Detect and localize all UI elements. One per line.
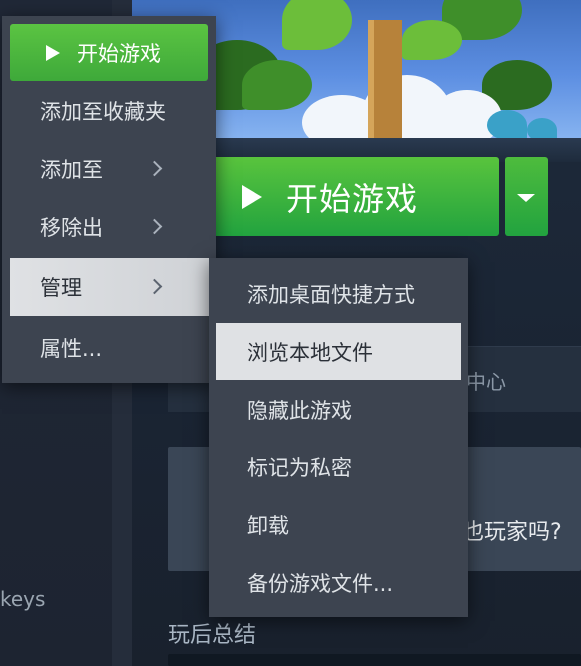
- play-icon: [242, 184, 262, 209]
- sidebar-item-keys[interactable]: keys: [0, 587, 45, 611]
- menu-item-label: 标记为私密: [247, 456, 352, 480]
- submenu-item-backup-game-files[interactable]: 备份游戏文件...: [216, 555, 461, 611]
- chevron-right-icon: [146, 278, 163, 295]
- menu-item-label: 卸载: [247, 514, 289, 538]
- submenu-item-uninstall[interactable]: 卸载: [216, 497, 461, 553]
- menu-item-label: 添加至: [40, 158, 103, 182]
- menu-item-label: 备份游戏文件...: [247, 572, 394, 596]
- menu-item-label: 开始游戏: [77, 41, 161, 66]
- menu-item-add-to[interactable]: 添加至: [10, 142, 208, 196]
- review-section-title: 玩后总结: [168, 623, 257, 648]
- submenu-item-browse-local-files[interactable]: 浏览本地文件: [216, 323, 461, 380]
- menu-item-label: 隐藏此游戏: [247, 399, 352, 423]
- menu-item-label: 属性...: [40, 337, 103, 361]
- submenu-item-mark-private[interactable]: 标记为私密: [216, 439, 461, 495]
- menu-item-properties[interactable]: 属性...: [10, 320, 208, 376]
- chevron-right-icon: [146, 160, 163, 177]
- review-section-body: [168, 654, 581, 666]
- menu-item-manage[interactable]: 管理: [10, 258, 209, 316]
- play-icon: [46, 44, 60, 61]
- play-options-dropdown-button[interactable]: [505, 157, 548, 236]
- play-game-label: 开始游戏: [286, 179, 419, 218]
- play-game-button[interactable]: 开始游戏: [212, 157, 499, 236]
- submenu-item-hide-game[interactable]: 隐藏此游戏: [216, 382, 461, 438]
- recommend-question: 也玩家吗?: [462, 520, 562, 545]
- menu-item-label: 移除出: [40, 216, 103, 240]
- menu-item-label: 管理: [40, 276, 82, 300]
- menu-item-add-to-favorites[interactable]: 添加至收藏夹: [10, 86, 208, 136]
- submenu-item-add-desktop-shortcut[interactable]: 添加桌面快捷方式: [216, 266, 461, 322]
- menu-item-label: 浏览本地文件: [247, 340, 373, 365]
- chevron-right-icon: [146, 218, 163, 235]
- menu-item-remove-from[interactable]: 移除出: [10, 200, 208, 254]
- hero-tree-trunk: [368, 20, 402, 138]
- support-label: 中心: [466, 370, 506, 394]
- chevron-down-icon: [517, 194, 535, 202]
- menu-item-play[interactable]: 开始游戏: [10, 24, 208, 81]
- menu-item-label: 添加桌面快捷方式: [247, 283, 415, 307]
- menu-item-label: 添加至收藏夹: [40, 100, 166, 124]
